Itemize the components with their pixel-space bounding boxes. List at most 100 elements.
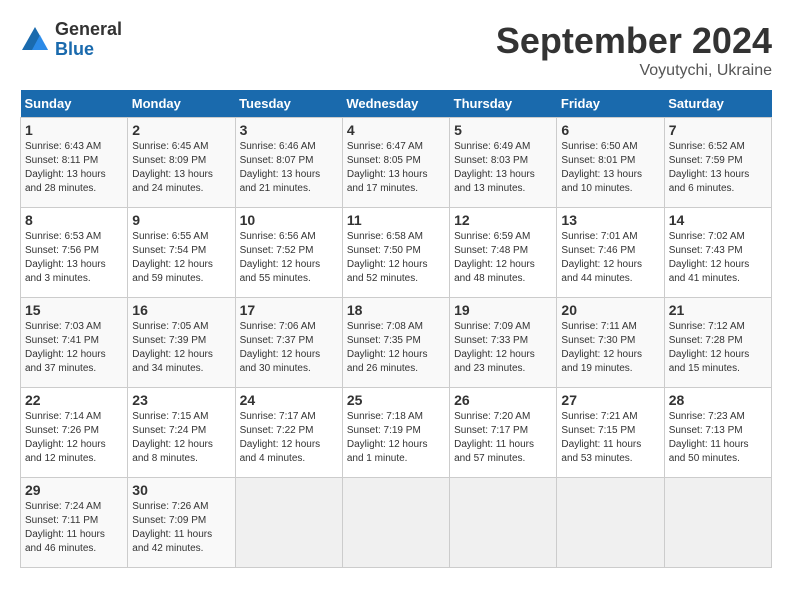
day-info: Sunrise: 7:05 AMSunset: 7:39 PMDaylight:…: [132, 320, 230, 376]
day-info: Sunrise: 7:21 AMSunset: 7:15 PMDaylight:…: [561, 410, 659, 466]
day-info: Sunrise: 7:11 AMSunset: 7:30 PMDaylight:…: [561, 320, 659, 376]
calendar-header: SundayMondayTuesdayWednesdayThursdayFrid…: [21, 90, 772, 118]
header: General Blue September 2024 Voyutychi, U…: [20, 20, 772, 80]
calendar-cell: 28 Sunrise: 7:23 AMSunset: 7:13 PMDayligh…: [664, 388, 771, 478]
day-info: Sunrise: 6:59 AMSunset: 7:48 PMDaylight:…: [454, 230, 552, 286]
day-number: 18: [347, 302, 445, 318]
calendar-cell: 18 Sunrise: 7:08 AMSunset: 7:35 PMDayligh…: [342, 298, 449, 388]
day-number: 26: [454, 392, 552, 408]
calendar-cell: 9 Sunrise: 6:55 AMSunset: 7:54 PMDaylight…: [128, 208, 235, 298]
calendar-cell: 10 Sunrise: 6:56 AMSunset: 7:52 PMDayligh…: [235, 208, 342, 298]
header-day-sunday: Sunday: [21, 90, 128, 118]
calendar-cell: [557, 478, 664, 568]
calendar-cell: 12 Sunrise: 6:59 AMSunset: 7:48 PMDayligh…: [450, 208, 557, 298]
day-info: Sunrise: 7:24 AMSunset: 7:11 PMDaylight:…: [25, 500, 123, 556]
day-info: Sunrise: 7:23 AMSunset: 7:13 PMDaylight:…: [669, 410, 767, 466]
calendar-cell: 23 Sunrise: 7:15 AMSunset: 7:24 PMDayligh…: [128, 388, 235, 478]
calendar-cell: 8 Sunrise: 6:53 AMSunset: 7:56 PMDaylight…: [21, 208, 128, 298]
day-number: 4: [347, 122, 445, 138]
day-info: Sunrise: 7:02 AMSunset: 7:43 PMDaylight:…: [669, 230, 767, 286]
day-info: Sunrise: 6:55 AMSunset: 7:54 PMDaylight:…: [132, 230, 230, 286]
day-info: Sunrise: 7:15 AMSunset: 7:24 PMDaylight:…: [132, 410, 230, 466]
day-info: Sunrise: 6:45 AMSunset: 8:09 PMDaylight:…: [132, 140, 230, 196]
day-info: Sunrise: 6:52 AMSunset: 7:59 PMDaylight:…: [669, 140, 767, 196]
calendar-week-row: 22 Sunrise: 7:14 AMSunset: 7:26 PMDayligh…: [21, 388, 772, 478]
day-number: 7: [669, 122, 767, 138]
logo-icon: [20, 25, 50, 55]
calendar-cell: 2 Sunrise: 6:45 AMSunset: 8:09 PMDaylight…: [128, 118, 235, 208]
calendar-cell: 7 Sunrise: 6:52 AMSunset: 7:59 PMDaylight…: [664, 118, 771, 208]
logo-blue-text: Blue: [55, 40, 122, 60]
calendar-cell: [664, 478, 771, 568]
day-number: 12: [454, 212, 552, 228]
day-info: Sunrise: 7:12 AMSunset: 7:28 PMDaylight:…: [669, 320, 767, 376]
location-subtitle: Voyutychi, Ukraine: [496, 62, 772, 80]
day-info: Sunrise: 6:49 AMSunset: 8:03 PMDaylight:…: [454, 140, 552, 196]
calendar-cell: 22 Sunrise: 7:14 AMSunset: 7:26 PMDayligh…: [21, 388, 128, 478]
day-number: 22: [25, 392, 123, 408]
month-year-title: September 2024: [496, 20, 772, 62]
calendar-week-row: 1Sunrise: 6:43 AMSunset: 8:11 PMDaylight…: [21, 118, 772, 208]
calendar-cell: 19 Sunrise: 7:09 AMSunset: 7:33 PMDayligh…: [450, 298, 557, 388]
day-number: 27: [561, 392, 659, 408]
day-info: Sunrise: 7:08 AMSunset: 7:35 PMDaylight:…: [347, 320, 445, 376]
calendar-week-row: 15Sunrise: 7:03 AMSunset: 7:41 PMDayligh…: [21, 298, 772, 388]
day-number: 29: [25, 482, 123, 498]
day-number: 30: [132, 482, 230, 498]
calendar-cell: 26 Sunrise: 7:20 AMSunset: 7:17 PMDayligh…: [450, 388, 557, 478]
day-number: 24: [240, 392, 338, 408]
day-info: Sunrise: 7:26 AMSunset: 7:09 PMDaylight:…: [132, 500, 230, 556]
day-number: 20: [561, 302, 659, 318]
calendar-cell: 15Sunrise: 7:03 AMSunset: 7:41 PMDayligh…: [21, 298, 128, 388]
calendar-cell: 20 Sunrise: 7:11 AMSunset: 7:30 PMDayligh…: [557, 298, 664, 388]
day-number: 5: [454, 122, 552, 138]
calendar-week-row: 29 Sunrise: 7:24 AMSunset: 7:11 PMDayligh…: [21, 478, 772, 568]
header-day-thursday: Thursday: [450, 90, 557, 118]
day-info: Sunrise: 7:17 AMSunset: 7:22 PMDaylight:…: [240, 410, 338, 466]
calendar-cell: 29 Sunrise: 7:24 AMSunset: 7:11 PMDayligh…: [21, 478, 128, 568]
day-number: 17: [240, 302, 338, 318]
day-info: Sunrise: 7:03 AMSunset: 7:41 PMDaylight:…: [25, 320, 123, 376]
logo: General Blue: [20, 20, 122, 60]
day-info: Sunrise: 7:20 AMSunset: 7:17 PMDaylight:…: [454, 410, 552, 466]
day-info: Sunrise: 6:47 AMSunset: 8:05 PMDaylight:…: [347, 140, 445, 196]
day-number: 9: [132, 212, 230, 228]
calendar-cell: 17Sunrise: 7:06 AMSunset: 7:37 PMDayligh…: [235, 298, 342, 388]
day-number: 6: [561, 122, 659, 138]
day-number: 14: [669, 212, 767, 228]
day-info: Sunrise: 7:14 AMSunset: 7:26 PMDaylight:…: [25, 410, 123, 466]
logo-text: General Blue: [55, 20, 122, 60]
calendar-cell: [450, 478, 557, 568]
calendar-cell: 27 Sunrise: 7:21 AMSunset: 7:15 PMDayligh…: [557, 388, 664, 478]
day-number: 25: [347, 392, 445, 408]
day-info: Sunrise: 7:01 AMSunset: 7:46 PMDaylight:…: [561, 230, 659, 286]
header-day-tuesday: Tuesday: [235, 90, 342, 118]
day-info: Sunrise: 6:58 AMSunset: 7:50 PMDaylight:…: [347, 230, 445, 286]
calendar-week-row: 8 Sunrise: 6:53 AMSunset: 7:56 PMDaylight…: [21, 208, 772, 298]
calendar-cell: 3Sunrise: 6:46 AMSunset: 8:07 PMDaylight…: [235, 118, 342, 208]
day-info: Sunrise: 6:56 AMSunset: 7:52 PMDaylight:…: [240, 230, 338, 286]
calendar-cell: [235, 478, 342, 568]
logo-general-text: General: [55, 20, 122, 40]
day-info: Sunrise: 6:43 AMSunset: 8:11 PMDaylight:…: [25, 140, 123, 196]
header-row: SundayMondayTuesdayWednesdayThursdayFrid…: [21, 90, 772, 118]
day-info: Sunrise: 6:53 AMSunset: 7:56 PMDaylight:…: [25, 230, 123, 286]
day-number: 8: [25, 212, 123, 228]
header-day-monday: Monday: [128, 90, 235, 118]
day-info: Sunrise: 7:09 AMSunset: 7:33 PMDaylight:…: [454, 320, 552, 376]
day-number: 13: [561, 212, 659, 228]
day-number: 23: [132, 392, 230, 408]
day-number: 10: [240, 212, 338, 228]
day-info: Sunrise: 6:50 AMSunset: 8:01 PMDaylight:…: [561, 140, 659, 196]
title-area: September 2024 Voyutychi, Ukraine: [496, 20, 772, 80]
day-number: 28: [669, 392, 767, 408]
day-number: 16: [132, 302, 230, 318]
calendar-cell: 1Sunrise: 6:43 AMSunset: 8:11 PMDaylight…: [21, 118, 128, 208]
day-number: 2: [132, 122, 230, 138]
calendar-cell: 21Sunrise: 7:12 AMSunset: 7:28 PMDayligh…: [664, 298, 771, 388]
day-number: 19: [454, 302, 552, 318]
calendar-cell: 14 Sunrise: 7:02 AMSunset: 7:43 PMDayligh…: [664, 208, 771, 298]
calendar-cell: 6 Sunrise: 6:50 AMSunset: 8:01 PMDaylight…: [557, 118, 664, 208]
calendar-cell: 4 Sunrise: 6:47 AMSunset: 8:05 PMDaylight…: [342, 118, 449, 208]
calendar-table: SundayMondayTuesdayWednesdayThursdayFrid…: [20, 90, 772, 568]
